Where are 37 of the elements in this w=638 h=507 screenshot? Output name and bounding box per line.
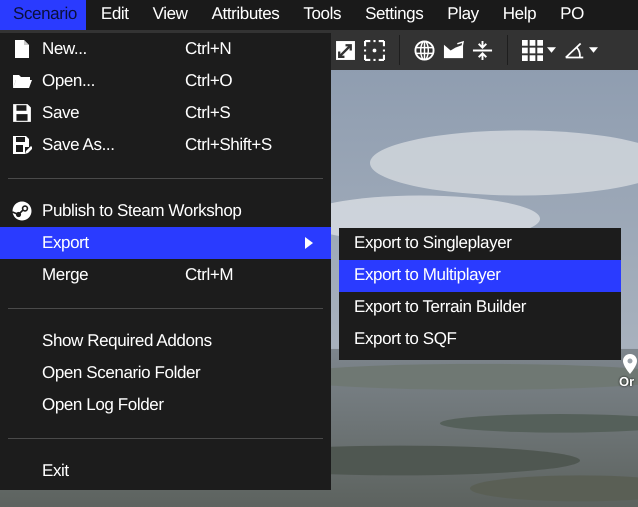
menu-item[interactable]: Export to Multiplayer bbox=[339, 260, 621, 292]
globe-icon[interactable] bbox=[414, 40, 435, 60]
menu-item[interactable]: Export to Terrain Builder bbox=[339, 292, 621, 324]
caret-icon[interactable] bbox=[589, 47, 598, 53]
grid-icon[interactable] bbox=[522, 40, 543, 60]
menu-title[interactable]: Settings bbox=[352, 0, 432, 30]
file-icon bbox=[12, 39, 32, 59]
map-pin-icon[interactable] bbox=[622, 353, 638, 375]
menu-item[interactable]: Open... Ctrl+O bbox=[0, 65, 331, 97]
menu-title[interactable]: View bbox=[140, 0, 197, 30]
floppy-icon bbox=[12, 103, 32, 123]
steam-icon bbox=[12, 201, 32, 221]
menu-item[interactable]: Open Log Folder bbox=[0, 389, 331, 421]
frame-icon[interactable] bbox=[364, 40, 385, 60]
menu-title[interactable]: Edit bbox=[88, 0, 138, 30]
menu-title[interactable]: Play bbox=[434, 0, 488, 30]
submenu-arrow-icon bbox=[305, 237, 313, 249]
menu-item[interactable]: Merge Ctrl+M bbox=[0, 259, 331, 291]
menu-item[interactable]: Export to Singleplayer bbox=[339, 228, 621, 260]
menu-item[interactable]: Exit bbox=[0, 455, 331, 487]
menu-title[interactable]: Attributes bbox=[198, 0, 288, 30]
menu-title[interactable]: PO bbox=[547, 0, 593, 30]
floppy-pencil-icon bbox=[12, 135, 32, 155]
menu-item[interactable]: Show Required Addons bbox=[0, 325, 331, 357]
terrain-icon[interactable] bbox=[443, 40, 464, 60]
menu-item[interactable]: Export bbox=[0, 227, 331, 259]
menu-title[interactable]: Help bbox=[490, 0, 546, 30]
menu-item[interactable]: Save As... Ctrl+Shift+S bbox=[0, 129, 331, 161]
menu-item[interactable]: Publish to Steam Workshop bbox=[0, 195, 331, 227]
menu-title[interactable]: Tools bbox=[290, 0, 350, 30]
expand-icon[interactable] bbox=[335, 40, 356, 60]
caret-icon[interactable] bbox=[547, 47, 556, 53]
menu-item[interactable]: Open Scenario Folder bbox=[0, 357, 331, 389]
menu-item[interactable]: Export to SQF bbox=[339, 324, 621, 356]
compress-icon[interactable] bbox=[472, 40, 493, 60]
map-marker-label: Or bbox=[619, 375, 634, 389]
menu-item[interactable]: Save Ctrl+S bbox=[0, 97, 331, 129]
